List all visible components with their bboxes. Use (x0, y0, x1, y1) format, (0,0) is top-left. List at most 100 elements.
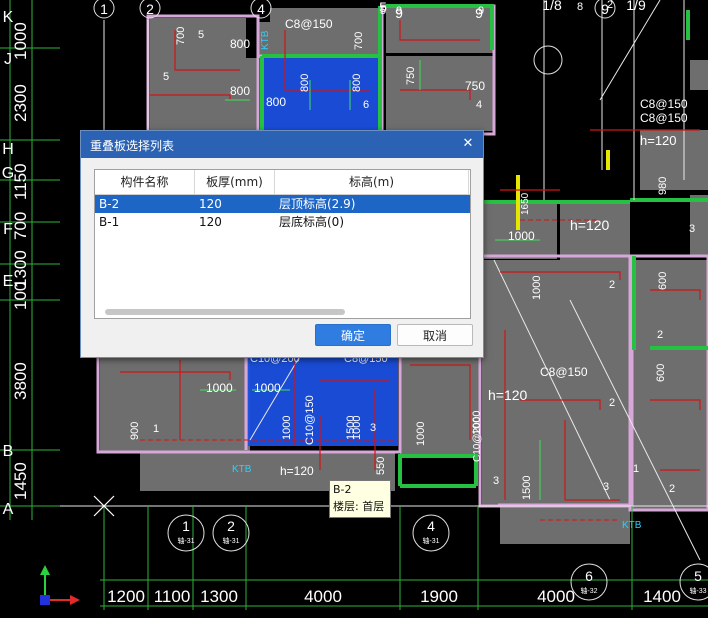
slab-number: 1 (153, 423, 159, 435)
dimension-bottom: 1300 (200, 587, 238, 606)
dimension-left: 2300 (11, 84, 30, 122)
dimension-left: 700 (11, 212, 30, 240)
cancel-button[interactable]: 取消 (397, 324, 473, 346)
cad-annotation: 800 (266, 95, 286, 109)
cad-annotation: 700 (175, 27, 187, 45)
axis-label-left: E (3, 273, 14, 290)
tooltip-floor: 楼层: 首层 (333, 500, 385, 513)
cad-annotation: 1000 (281, 416, 293, 440)
cad-annotation: KTB (622, 520, 642, 531)
slab-number: 3 (493, 475, 499, 487)
slab-number: 2 (669, 483, 675, 495)
cad-annotation: 1000 (206, 381, 233, 395)
cad-annotation: KTB (232, 464, 252, 475)
slab-number: 5 (380, 5, 386, 17)
cad-annotation: 1000 (415, 422, 427, 446)
cad-annotation: 800 (351, 74, 363, 92)
axis-label-left: K (3, 9, 14, 26)
cell-thickness: 120 (199, 215, 222, 229)
axis-label-left: G (2, 165, 14, 182)
cad-annotation: 1000 (531, 276, 543, 300)
axis-tag-bottom: 轴-31 (177, 536, 194, 545)
cell-elevation: 层底标高(0) (279, 215, 344, 229)
dimension-left: 100 (11, 282, 30, 310)
cad-annotation: 1650 (520, 192, 531, 215)
axis-tag-bottom: 轴-31 (222, 536, 239, 545)
slab-tooltip: B-2 楼层: 首层 (329, 480, 391, 518)
axis-tag-bottom: 轴-31 (422, 536, 439, 545)
cad-annotation: 600 (657, 272, 669, 290)
axis-label-top: 1/8 (542, 0, 562, 13)
col-header-name[interactable]: 构件名称 (95, 170, 195, 194)
slab-number: 4 (476, 99, 482, 111)
axis-label-left: H (2, 141, 14, 158)
dimension-bottom: 4000 (537, 587, 575, 606)
cad-annotation: h=120 (488, 387, 528, 403)
slab-number: 6 (363, 99, 369, 111)
slab-list-table[interactable]: 构件名称 板厚(mm) 标高(m) B-2 120 层顶标高(2.9) B-1 … (94, 169, 471, 319)
dimension-bottom: 1200 (107, 587, 145, 606)
overlap-slab-selection-dialog: 重叠板选择列表 ✕ 构件名称 板厚(mm) 标高(m) B-2 120 层顶标高… (80, 130, 484, 358)
col-header-thickness[interactable]: 板厚(mm) (195, 170, 275, 194)
axis-label-bottom: 4 (427, 518, 435, 534)
cad-annotation: C8@150 (640, 111, 688, 125)
table-row[interactable]: B-1 120 层底标高(0) (95, 213, 470, 231)
cad-annotation: C8@150 (285, 17, 333, 31)
cad-annotation: 800 (230, 84, 250, 98)
slab-number: 5 (163, 71, 169, 83)
dimension-left: 1000 (11, 22, 30, 60)
dimension-bottom: 4000 (304, 587, 342, 606)
cad-annotation: 1500 (345, 416, 357, 440)
cell-elevation: 层顶标高(2.9) (279, 197, 356, 211)
cad-annotation: 750 (465, 79, 485, 93)
dimension-left: 3800 (11, 362, 30, 400)
axis-label-left: F (3, 221, 13, 238)
cad-annotation: 1000 (508, 229, 535, 243)
axis-label-top: 1 (100, 1, 108, 17)
horizontal-scrollbar[interactable] (105, 309, 345, 315)
cad-annotation: 1000 (254, 381, 281, 395)
cad-annotation: 900 (129, 422, 141, 440)
cad-annotation: 800 (299, 74, 311, 92)
cad-annotation: h=120 (280, 464, 314, 478)
cad-annotation: C10@150 (304, 395, 316, 445)
axis-tag-bottom: 轴-33 (689, 586, 706, 595)
axis-label-bottom: 6 (585, 568, 593, 584)
dialog-titlebar[interactable]: 重叠板选择列表 ✕ (81, 131, 483, 158)
cad-annotation: C8@150 (640, 97, 688, 111)
tooltip-slab-name: B-2 (333, 483, 352, 496)
slab-number: 3 (370, 422, 376, 434)
table-row[interactable]: B-2 120 层顶标高(2.9) (95, 195, 470, 213)
cad-annotation: h=120 (570, 217, 610, 233)
axis-label-bottom: 5 (694, 568, 702, 584)
cad-annotation: h=120 (640, 133, 677, 148)
axis-label-left: A (3, 501, 14, 518)
dimension-bottom: 1400 (643, 587, 681, 606)
axis-label-top: 2 (146, 1, 154, 17)
slab-number: 9 (478, 5, 484, 17)
cad-annotation: 600 (655, 364, 667, 382)
cad-annotation: 750 (405, 67, 417, 85)
table-header: 构件名称 板厚(mm) 标高(m) (95, 170, 470, 195)
cad-annotation: 700 (353, 32, 365, 50)
close-icon[interactable]: ✕ (459, 134, 477, 154)
ok-button[interactable]: 确定 (315, 324, 391, 346)
cell-thickness: 120 (199, 197, 222, 211)
axis-label-left: J (4, 51, 12, 68)
dimension-left: 1450 (11, 462, 30, 500)
dialog-title: 重叠板选择列表 (90, 139, 175, 153)
axis-label-top: 4 (257, 1, 265, 17)
cad-annotation: 1500 (521, 476, 533, 500)
slab-number: 3 (689, 223, 695, 235)
cad-annotation: C8@150 (540, 365, 588, 379)
slab-number: 2 (607, 0, 613, 11)
axis-label-bottom: 2 (227, 518, 235, 534)
cad-annotation: 800 (230, 37, 250, 51)
axis-label-top: 1/9 (626, 0, 646, 13)
cell-name: B-1 (99, 215, 120, 229)
col-header-elevation[interactable]: 标高(m) (275, 170, 469, 194)
slab-number: 3 (603, 481, 609, 493)
slab-number: 9 (396, 5, 402, 17)
axis-label-left: B (3, 443, 14, 460)
slab-number: 5 (198, 29, 204, 41)
